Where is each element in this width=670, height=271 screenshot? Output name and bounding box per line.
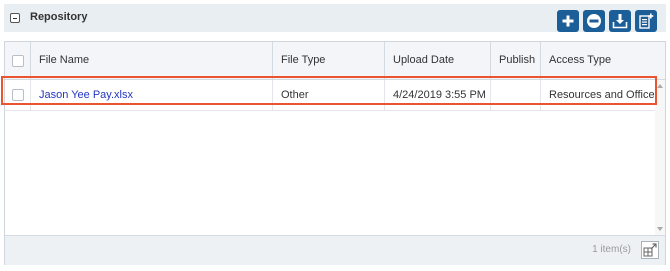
add-document-icon [639,13,654,29]
remove-button[interactable] [583,10,605,32]
row-select-cell [5,80,30,110]
file-type-cell: Other [272,80,384,110]
grid-footer: 1 item(s) [5,235,665,265]
remove-icon [587,14,601,28]
add-icon [562,15,574,27]
collapse-icon[interactable] [10,13,20,23]
column-header-file-type[interactable]: File Type [272,42,384,79]
repository-grid: File Name File Type Upload Date Publish … [4,41,666,265]
download-icon [612,14,628,29]
table-row[interactable]: Jason Yee Pay.xlsx Other 4/24/2019 3:55 … [5,80,655,111]
column-header-upload-date[interactable]: Upload Date [384,42,490,79]
scroll-down-icon[interactable] [657,227,663,231]
scroll-up-icon[interactable] [657,84,663,88]
expand-icon[interactable] [641,241,659,259]
grid-header: File Name File Type Upload Date Publish … [5,42,665,80]
panel-header: Repository [4,4,666,32]
add-document-button[interactable] [635,10,657,32]
download-button[interactable] [609,10,631,32]
row-checkbox[interactable] [12,89,24,101]
item-count: 1 item(s) [592,244,631,255]
access-type-cell: Resources and Office [540,80,655,110]
publish-cell [490,80,540,110]
add-button[interactable] [557,10,579,32]
column-header-publish[interactable]: Publish [490,42,540,79]
select-all-checkbox[interactable] [12,55,24,67]
column-header-access-type[interactable]: Access Type [540,42,665,79]
file-name-link[interactable]: Jason Yee Pay.xlsx [30,80,272,110]
select-all-cell [5,42,30,79]
column-header-file-name[interactable]: File Name [30,42,272,79]
upload-date-cell: 4/24/2019 3:55 PM [384,80,490,110]
vertical-scrollbar[interactable] [655,80,665,235]
panel-title: Repository [30,11,88,23]
